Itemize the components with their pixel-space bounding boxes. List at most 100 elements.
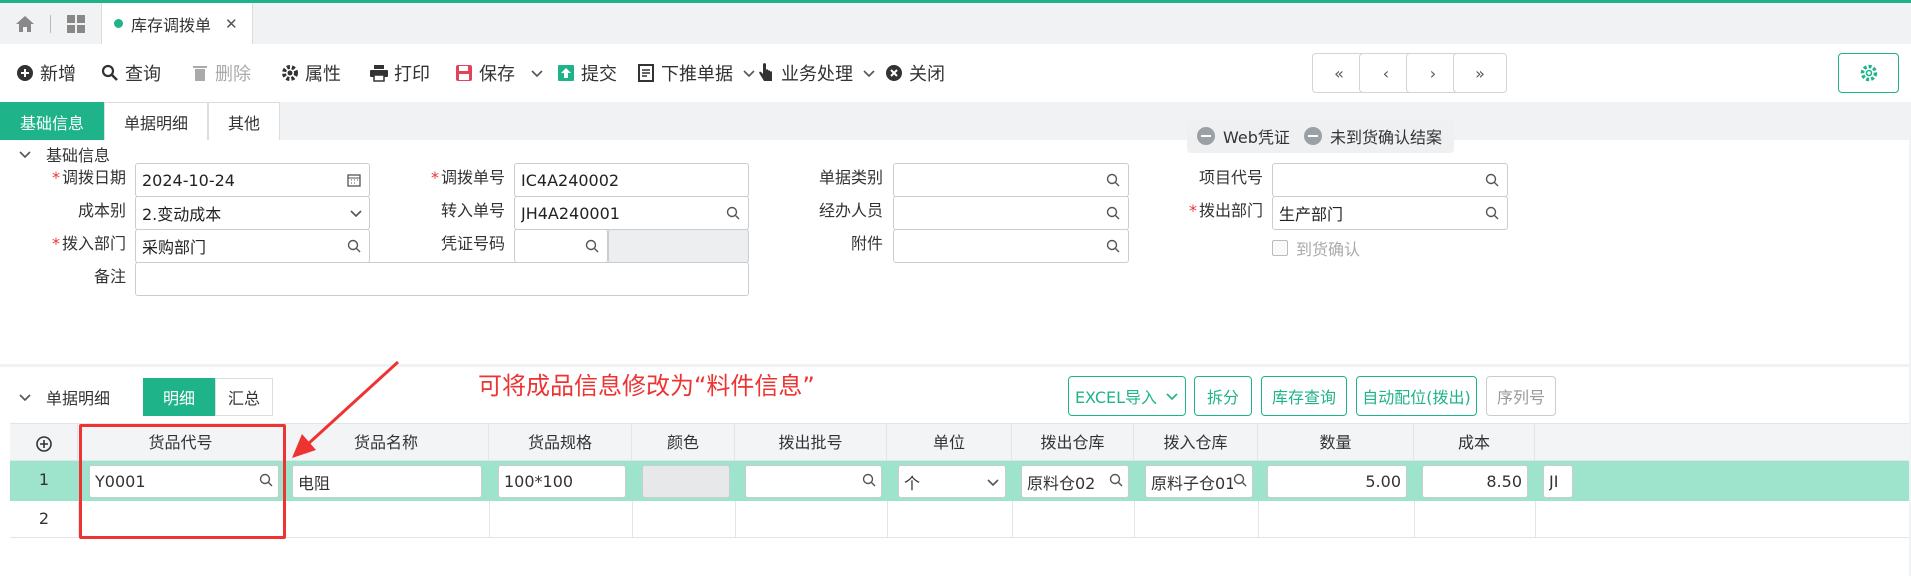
- close-button[interactable]: 关闭: [884, 55, 945, 91]
- tab-other[interactable]: 其他: [208, 102, 281, 140]
- grid-line: [632, 501, 633, 538]
- table-row[interactable]: 2: [10, 501, 1909, 538]
- unit-select[interactable]: 个: [898, 465, 1006, 498]
- in-dept-label: * 拨入部门: [51, 234, 126, 253]
- search-icon[interactable]: [1109, 472, 1123, 491]
- printer-icon: [369, 63, 389, 83]
- search-icon[interactable]: [1104, 204, 1122, 222]
- add-button[interactable]: 新增: [15, 55, 76, 91]
- out-batch-input[interactable]: [745, 465, 882, 498]
- tab-bar: 库存调拨单 ✕: [0, 0, 1911, 44]
- cost-input[interactable]: 8.50: [1422, 465, 1528, 498]
- settings-button[interactable]: [1838, 53, 1899, 93]
- category-field[interactable]: [893, 163, 1129, 197]
- gear-icon: [280, 63, 300, 83]
- trash-icon: [190, 63, 210, 83]
- checkbox-icon: [1272, 240, 1288, 256]
- properties-button[interactable]: 属性: [280, 55, 341, 91]
- chevron-right-icon: ›: [1429, 63, 1437, 83]
- close-icon[interactable]: ✕: [225, 15, 238, 33]
- search-icon[interactable]: [345, 237, 363, 255]
- tab-summary[interactable]: 汇总: [215, 378, 273, 416]
- handler-label: 经办人员: [818, 201, 883, 220]
- voucher-field[interactable]: [514, 229, 608, 263]
- search-icon[interactable]: [583, 237, 601, 255]
- transfer-no-field[interactable]: IC4A240002: [514, 163, 749, 197]
- add-row-icon[interactable]: [10, 424, 78, 461]
- home-icon[interactable]: [0, 3, 50, 44]
- search-icon[interactable]: [724, 204, 742, 222]
- auto-allocate-button[interactable]: 自动配位(拨出): [1356, 376, 1477, 416]
- search-icon[interactable]: [1483, 204, 1501, 222]
- tab-inventory-transfer[interactable]: 库存调拨单 ✕: [101, 3, 253, 44]
- excel-import-button[interactable]: EXCEL导入: [1068, 376, 1186, 416]
- close-unarrived-button[interactable]: 未到货确认结案: [1294, 119, 1455, 153]
- col-goods-spec: 货品规格: [489, 424, 632, 461]
- arrive-confirm-label: 到货确认: [1296, 240, 1361, 259]
- voucher-label: 凭证号码: [440, 234, 505, 253]
- search-icon[interactable]: [862, 472, 876, 491]
- submit-button[interactable]: 提交: [556, 55, 617, 91]
- split-button[interactable]: 拆分: [1194, 376, 1252, 416]
- no-label: * 调拨单号: [430, 168, 505, 187]
- detail-header[interactable]: 单据明细: [18, 378, 110, 416]
- goods-spec-input[interactable]: 100*100: [498, 465, 626, 498]
- push-down-button[interactable]: 下推单据: [636, 55, 756, 91]
- in-warehouse-input[interactable]: 原料子仓01: [1145, 465, 1253, 498]
- in-dept-field[interactable]: 采购部门: [135, 229, 370, 263]
- serial-number-button[interactable]: 序列号: [1486, 376, 1556, 416]
- delete-button[interactable]: 删除: [190, 55, 251, 91]
- tab-detail[interactable]: 明细: [143, 378, 215, 416]
- query-label: 查询: [125, 64, 161, 85]
- search-icon: [100, 63, 120, 83]
- business-process-button[interactable]: 业务处理: [756, 55, 876, 91]
- project-field[interactable]: [1272, 163, 1508, 197]
- out-warehouse-input[interactable]: 原料仓02: [1021, 465, 1129, 498]
- chevron-down-icon: [863, 70, 875, 78]
- attach-field[interactable]: [893, 229, 1129, 263]
- grid-line: [489, 501, 490, 538]
- stock-query-button[interactable]: 库存查询: [1261, 376, 1347, 416]
- remark-field[interactable]: [135, 262, 749, 296]
- query-button[interactable]: 查询: [100, 55, 161, 91]
- chevron-down-icon: [19, 151, 31, 159]
- arrive-confirm-checkbox[interactable]: 到货确认: [1272, 236, 1360, 260]
- handler-field[interactable]: [893, 196, 1129, 230]
- date-field[interactable]: 2024-10-24: [135, 163, 370, 197]
- excel-import-label: EXCEL导入: [1074, 388, 1158, 407]
- cost-select[interactable]: 2.变动成本: [135, 196, 370, 230]
- col-out-batch: 拨出批号: [735, 424, 887, 461]
- out-dept-field[interactable]: 生产部门: [1272, 196, 1508, 230]
- grid-icon[interactable]: [51, 3, 101, 44]
- tab-document-detail[interactable]: 单据明细: [104, 102, 209, 140]
- search-icon[interactable]: [1104, 171, 1122, 189]
- chevron-left-icon: ‹: [1382, 63, 1390, 83]
- next-record-button[interactable]: ›: [1406, 53, 1460, 93]
- push-down-label: 下推单据: [661, 64, 733, 85]
- in-no-field[interactable]: JH4A240001: [514, 196, 749, 230]
- section-title: 单据明细: [46, 389, 111, 408]
- search-icon[interactable]: [1483, 171, 1501, 189]
- voucher-extra-field: [608, 229, 749, 263]
- color-input: [642, 465, 730, 498]
- toolbar: 新增 查询 删除 属性 打印 保存 提交 下推单据 业务处理 关闭: [0, 44, 1911, 102]
- col-cost: 成本: [1414, 424, 1535, 461]
- next-column-input[interactable]: JI: [1543, 465, 1573, 498]
- save-label: 保存: [479, 64, 515, 85]
- save-button[interactable]: 保存: [454, 55, 544, 91]
- cost-label: 成本别: [77, 201, 126, 220]
- search-icon[interactable]: [1233, 472, 1247, 491]
- hand-pointer-icon: [756, 63, 776, 83]
- attach-label: 附件: [850, 234, 883, 253]
- first-record-button[interactable]: «: [1312, 53, 1366, 93]
- grid-line: [1258, 501, 1259, 538]
- print-button[interactable]: 打印: [369, 55, 430, 91]
- last-record-button[interactable]: »: [1453, 53, 1507, 93]
- submit-label: 提交: [581, 64, 617, 85]
- web-voucher-button[interactable]: Web凭证: [1187, 119, 1302, 153]
- search-icon[interactable]: [1104, 237, 1122, 255]
- chevron-down-icon: [1166, 393, 1178, 401]
- quantity-input[interactable]: 5.00: [1267, 465, 1407, 498]
- prev-record-button[interactable]: ‹: [1359, 53, 1413, 93]
- basic-info-panel: 基础信息 Web凭证 未到货确认结案 * 调拨日期 2024-10-24 成本别 …: [0, 119, 1909, 364]
